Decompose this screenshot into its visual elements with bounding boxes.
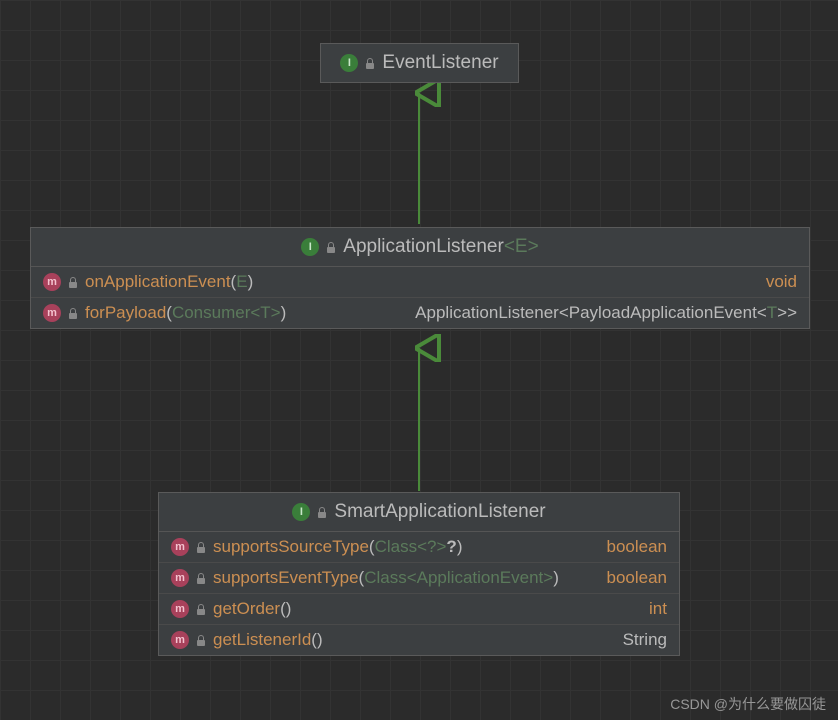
lock-icon (67, 276, 79, 288)
method-row: forPayload(Consumer<T>) ApplicationListe… (31, 297, 809, 328)
method-row: supportsEventType(Class<ApplicationEvent… (159, 562, 679, 593)
lock-icon (195, 603, 207, 615)
watermark: CSDN @为什么要做囚徒 (670, 694, 826, 714)
return-type: boolean (606, 537, 667, 557)
class-title: SmartApplicationListener (334, 501, 545, 523)
interface-icon (292, 503, 310, 521)
class-title: EventListener (382, 52, 498, 74)
class-header: SmartApplicationListener (159, 493, 679, 532)
method-icon (171, 600, 189, 618)
method-icon (43, 273, 61, 291)
method-icon (43, 304, 61, 322)
method-signature: getOrder() (213, 599, 291, 619)
method-row: getListenerId() String (159, 624, 679, 655)
method-signature: supportsSourceType(Class<?>?) (213, 537, 462, 557)
interface-icon (340, 54, 358, 72)
return-type: String (623, 630, 667, 650)
method-row: getOrder() int (159, 593, 679, 624)
return-type: ApplicationListener<PayloadApplicationEv… (415, 303, 797, 323)
return-type: int (649, 599, 667, 619)
method-icon (171, 569, 189, 587)
class-node-smartapplicationlistener[interactable]: SmartApplicationListener supportsSourceT… (158, 492, 680, 656)
method-icon (171, 538, 189, 556)
lock-icon (67, 307, 79, 319)
class-node-applicationlistener[interactable]: ApplicationListener<E> onApplicationEven… (30, 227, 810, 329)
class-title: ApplicationListener<E> (343, 236, 538, 258)
method-row: onApplicationEvent(E) void (31, 267, 809, 297)
method-icon (171, 631, 189, 649)
lock-icon (364, 57, 376, 69)
interface-icon (301, 238, 319, 256)
method-signature: getListenerId() (213, 630, 323, 650)
class-header: EventListener (321, 44, 518, 82)
method-signature: onApplicationEvent(E) (85, 272, 253, 292)
lock-icon (195, 634, 207, 646)
methods-list: onApplicationEvent(E) void forPayload(Co… (31, 267, 809, 328)
method-signature: forPayload(Consumer<T>) (85, 303, 286, 323)
return-type: void (766, 272, 797, 292)
class-header: ApplicationListener<E> (31, 228, 809, 267)
methods-list: supportsSourceType(Class<?>?) boolean su… (159, 532, 679, 655)
class-node-eventlistener[interactable]: EventListener (320, 43, 519, 83)
method-signature: supportsEventType(Class<ApplicationEvent… (213, 568, 559, 588)
lock-icon (325, 241, 337, 253)
method-row: supportsSourceType(Class<?>?) boolean (159, 532, 679, 562)
lock-icon (195, 572, 207, 584)
lock-icon (316, 506, 328, 518)
return-type: boolean (606, 568, 667, 588)
lock-icon (195, 541, 207, 553)
